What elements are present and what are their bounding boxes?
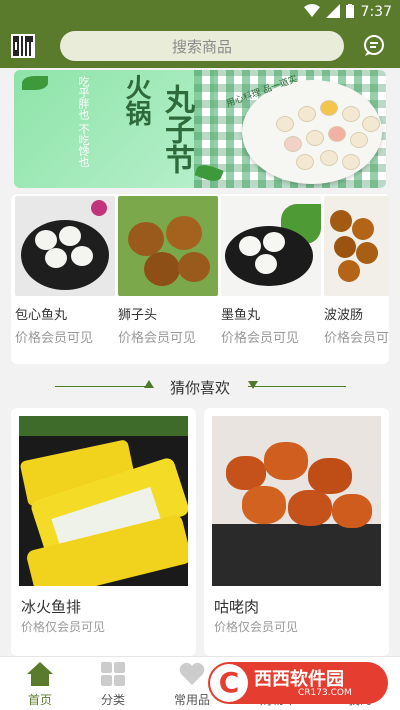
battery-icon: [346, 4, 354, 18]
banner-meatball: [276, 116, 294, 132]
product-card[interactable]: 包心鱼丸 价格会员可见: [15, 196, 115, 346]
product-price: 价格会员可见: [221, 331, 300, 346]
product-card[interactable]: 狮子头 价格会员可见: [118, 196, 218, 346]
banner-meatball: [320, 100, 338, 116]
product-price: 价格会员可见: [324, 331, 389, 346]
top-bar: 搜索商品: [0, 24, 400, 68]
banner-meatball: [320, 150, 338, 166]
promo-banner[interactable]: 吃乎胖也 不吃馋也 火锅 丸子节 用心料理 品一道实: [14, 70, 386, 188]
product-carousel[interactable]: 包心鱼丸 价格会员可见 狮子头 价格会员可见 墨鱼丸 价格会员可见 波波肠 价格…: [11, 194, 389, 364]
watermark-logo: C: [210, 664, 248, 702]
heart-icon: [179, 662, 205, 685]
product-name: 墨鱼丸: [221, 308, 261, 323]
product-name: 狮子头: [118, 308, 158, 323]
status-bar: 7:37: [0, 0, 400, 24]
product-name: 冰火鱼排: [21, 598, 82, 616]
status-icons: [304, 4, 354, 18]
leaf-decoration: [22, 76, 48, 90]
product-image: [324, 196, 389, 296]
home-content[interactable]: 吃乎胖也 不吃馋也 火锅 丸子节 用心料理 品一道实 包心鱼丸 价格会员可见 狮…: [0, 68, 400, 656]
product-name: 波波肠: [324, 308, 364, 323]
banner-meatball: [298, 106, 316, 122]
product-image: [19, 416, 188, 586]
product-image: [118, 196, 218, 296]
recommend-card[interactable]: 咕咾肉 价格仅会员可见: [204, 408, 389, 656]
banner-meatball: [284, 136, 302, 152]
search-placeholder: 搜索商品: [171, 37, 232, 56]
section-title: 猜你喜欢: [169, 379, 230, 397]
banner-title-b: 丸子节: [159, 84, 194, 174]
product-card[interactable]: 墨鱼丸 价格会员可见: [221, 196, 321, 346]
banner-meatball: [296, 154, 314, 170]
section-header: 猜你喜欢: [0, 372, 400, 402]
site-watermark: C 西西软件园 CR173.COM: [208, 662, 388, 704]
product-image: [212, 416, 381, 586]
product-name: 咕咾肉: [214, 598, 260, 616]
tab-home[interactable]: 首页: [0, 657, 80, 710]
banner-title-a: 火锅: [121, 74, 151, 126]
home-icon: [27, 662, 53, 686]
recommend-card[interactable]: 冰火鱼排 价格仅会员可见: [11, 408, 196, 656]
product-image: [221, 196, 321, 296]
product-price: 价格仅会员可见: [214, 620, 299, 634]
signal-icon: [326, 4, 340, 18]
status-time: 7:37: [360, 4, 392, 20]
message-icon[interactable]: [362, 34, 386, 58]
banner-meatball: [342, 106, 360, 122]
product-price: 价格会员可见: [118, 331, 197, 346]
banner-meatball: [306, 130, 324, 146]
tab-label: 分类: [100, 693, 125, 707]
product-image: [15, 196, 115, 296]
product-name: 包心鱼丸: [15, 308, 68, 323]
tab-category[interactable]: 分类: [73, 657, 153, 710]
banner-meatball: [350, 132, 368, 148]
qr-code-icon[interactable]: [11, 34, 35, 58]
banner-meatball: [342, 154, 360, 170]
watermark-url: CR173.COM: [298, 688, 352, 698]
wifi-icon: [304, 4, 320, 17]
banner-tagline: 吃乎胖也 不吃馋也: [77, 76, 90, 168]
banner-meatball: [362, 116, 380, 132]
product-price: 价格仅会员可见: [21, 620, 106, 634]
grid-icon: [101, 662, 125, 686]
search-input[interactable]: 搜索商品: [60, 31, 344, 61]
product-card[interactable]: 波波肠 价格会员可见: [324, 196, 389, 346]
tab-label: 首页: [27, 693, 52, 707]
product-price: 价格会员可见: [15, 331, 94, 346]
banner-meatball: [328, 126, 346, 142]
